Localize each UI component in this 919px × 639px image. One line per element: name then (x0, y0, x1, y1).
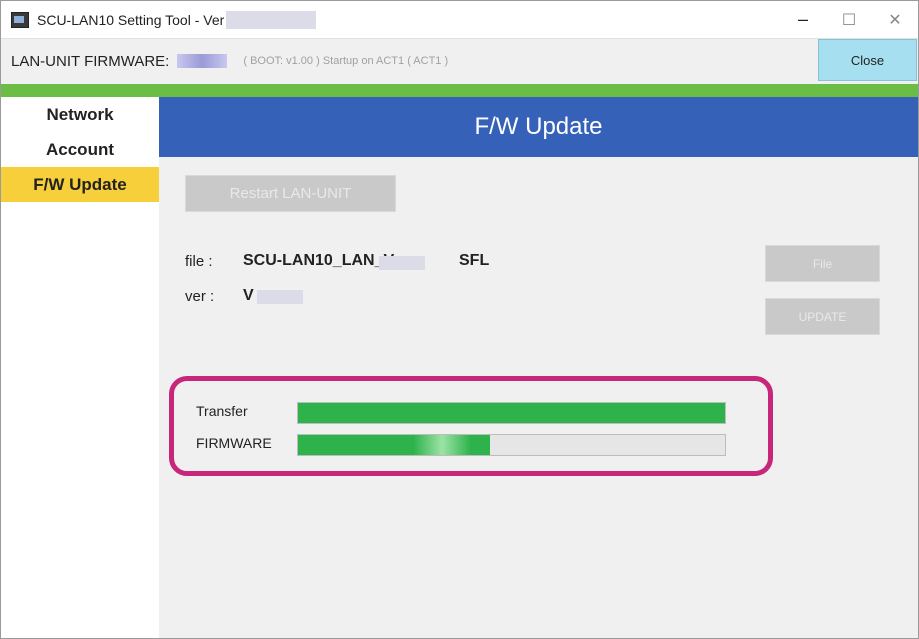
maximize-button[interactable]: ☐ (826, 1, 872, 38)
accent-strip (1, 84, 918, 97)
transfer-progress-bar (297, 402, 726, 424)
firmware-progress-label: FIRMWARE (196, 435, 272, 451)
page-title: F/W Update (159, 97, 918, 157)
window-controls: – ☐ ✕ (780, 1, 918, 38)
firmware-bar: LAN-UNIT FIRMWARE: ( BOOT: v1.00 ) Start… (1, 38, 918, 83)
app-window-icon (11, 11, 29, 28)
sidebar-item-fw-update[interactable]: F/W Update (1, 167, 159, 202)
app-window: SCU-LAN10 Setting Tool - Ver – ☐ ✕ LAN-U… (0, 0, 919, 639)
sidebar: Network Account F/W Update (1, 97, 159, 638)
close-button[interactable]: Close (818, 39, 917, 81)
progress-highlight-box: Transfer FIRMWARE (169, 376, 773, 476)
minimize-button[interactable]: – (780, 1, 826, 38)
firmware-version-redacted (177, 54, 228, 68)
update-button[interactable]: UPDATE (765, 298, 880, 335)
ver-label: ver : (185, 288, 215, 305)
sidebar-item-network[interactable]: Network (1, 97, 159, 132)
file-label: file : (185, 253, 213, 270)
firmware-status: ( BOOT: v1.00 ) Startup on ACT1 ( ACT1 ) (243, 55, 449, 67)
main-panel: Restart LAN-UNIT file : SCU-LAN10_LAN_V … (159, 157, 918, 638)
window-close-button[interactable]: ✕ (872, 1, 918, 38)
transfer-progress-fill (298, 403, 725, 423)
restart-lan-unit-button[interactable]: Restart LAN-UNIT (185, 175, 396, 212)
sidebar-item-account[interactable]: Account (1, 132, 159, 167)
file-button[interactable]: File (765, 245, 880, 282)
redacted-version (226, 10, 317, 29)
file-name-redacted (379, 256, 425, 270)
firmware-progress-fill (298, 435, 491, 455)
window-title: SCU-LAN10 Setting Tool - Ver (37, 11, 225, 28)
firmware-label: LAN-UNIT FIRMWARE: (11, 52, 170, 70)
ver-value-redacted (257, 290, 303, 304)
file-name-prefix: SCU-LAN10_LAN_V (243, 252, 395, 269)
ver-value-prefix: V (243, 287, 254, 304)
file-name-suffix: SFL (459, 252, 490, 269)
transfer-label: Transfer (196, 403, 248, 419)
title-bar: SCU-LAN10 Setting Tool - Ver – ☐ ✕ (1, 1, 918, 38)
firmware-progress-bar (297, 434, 726, 456)
